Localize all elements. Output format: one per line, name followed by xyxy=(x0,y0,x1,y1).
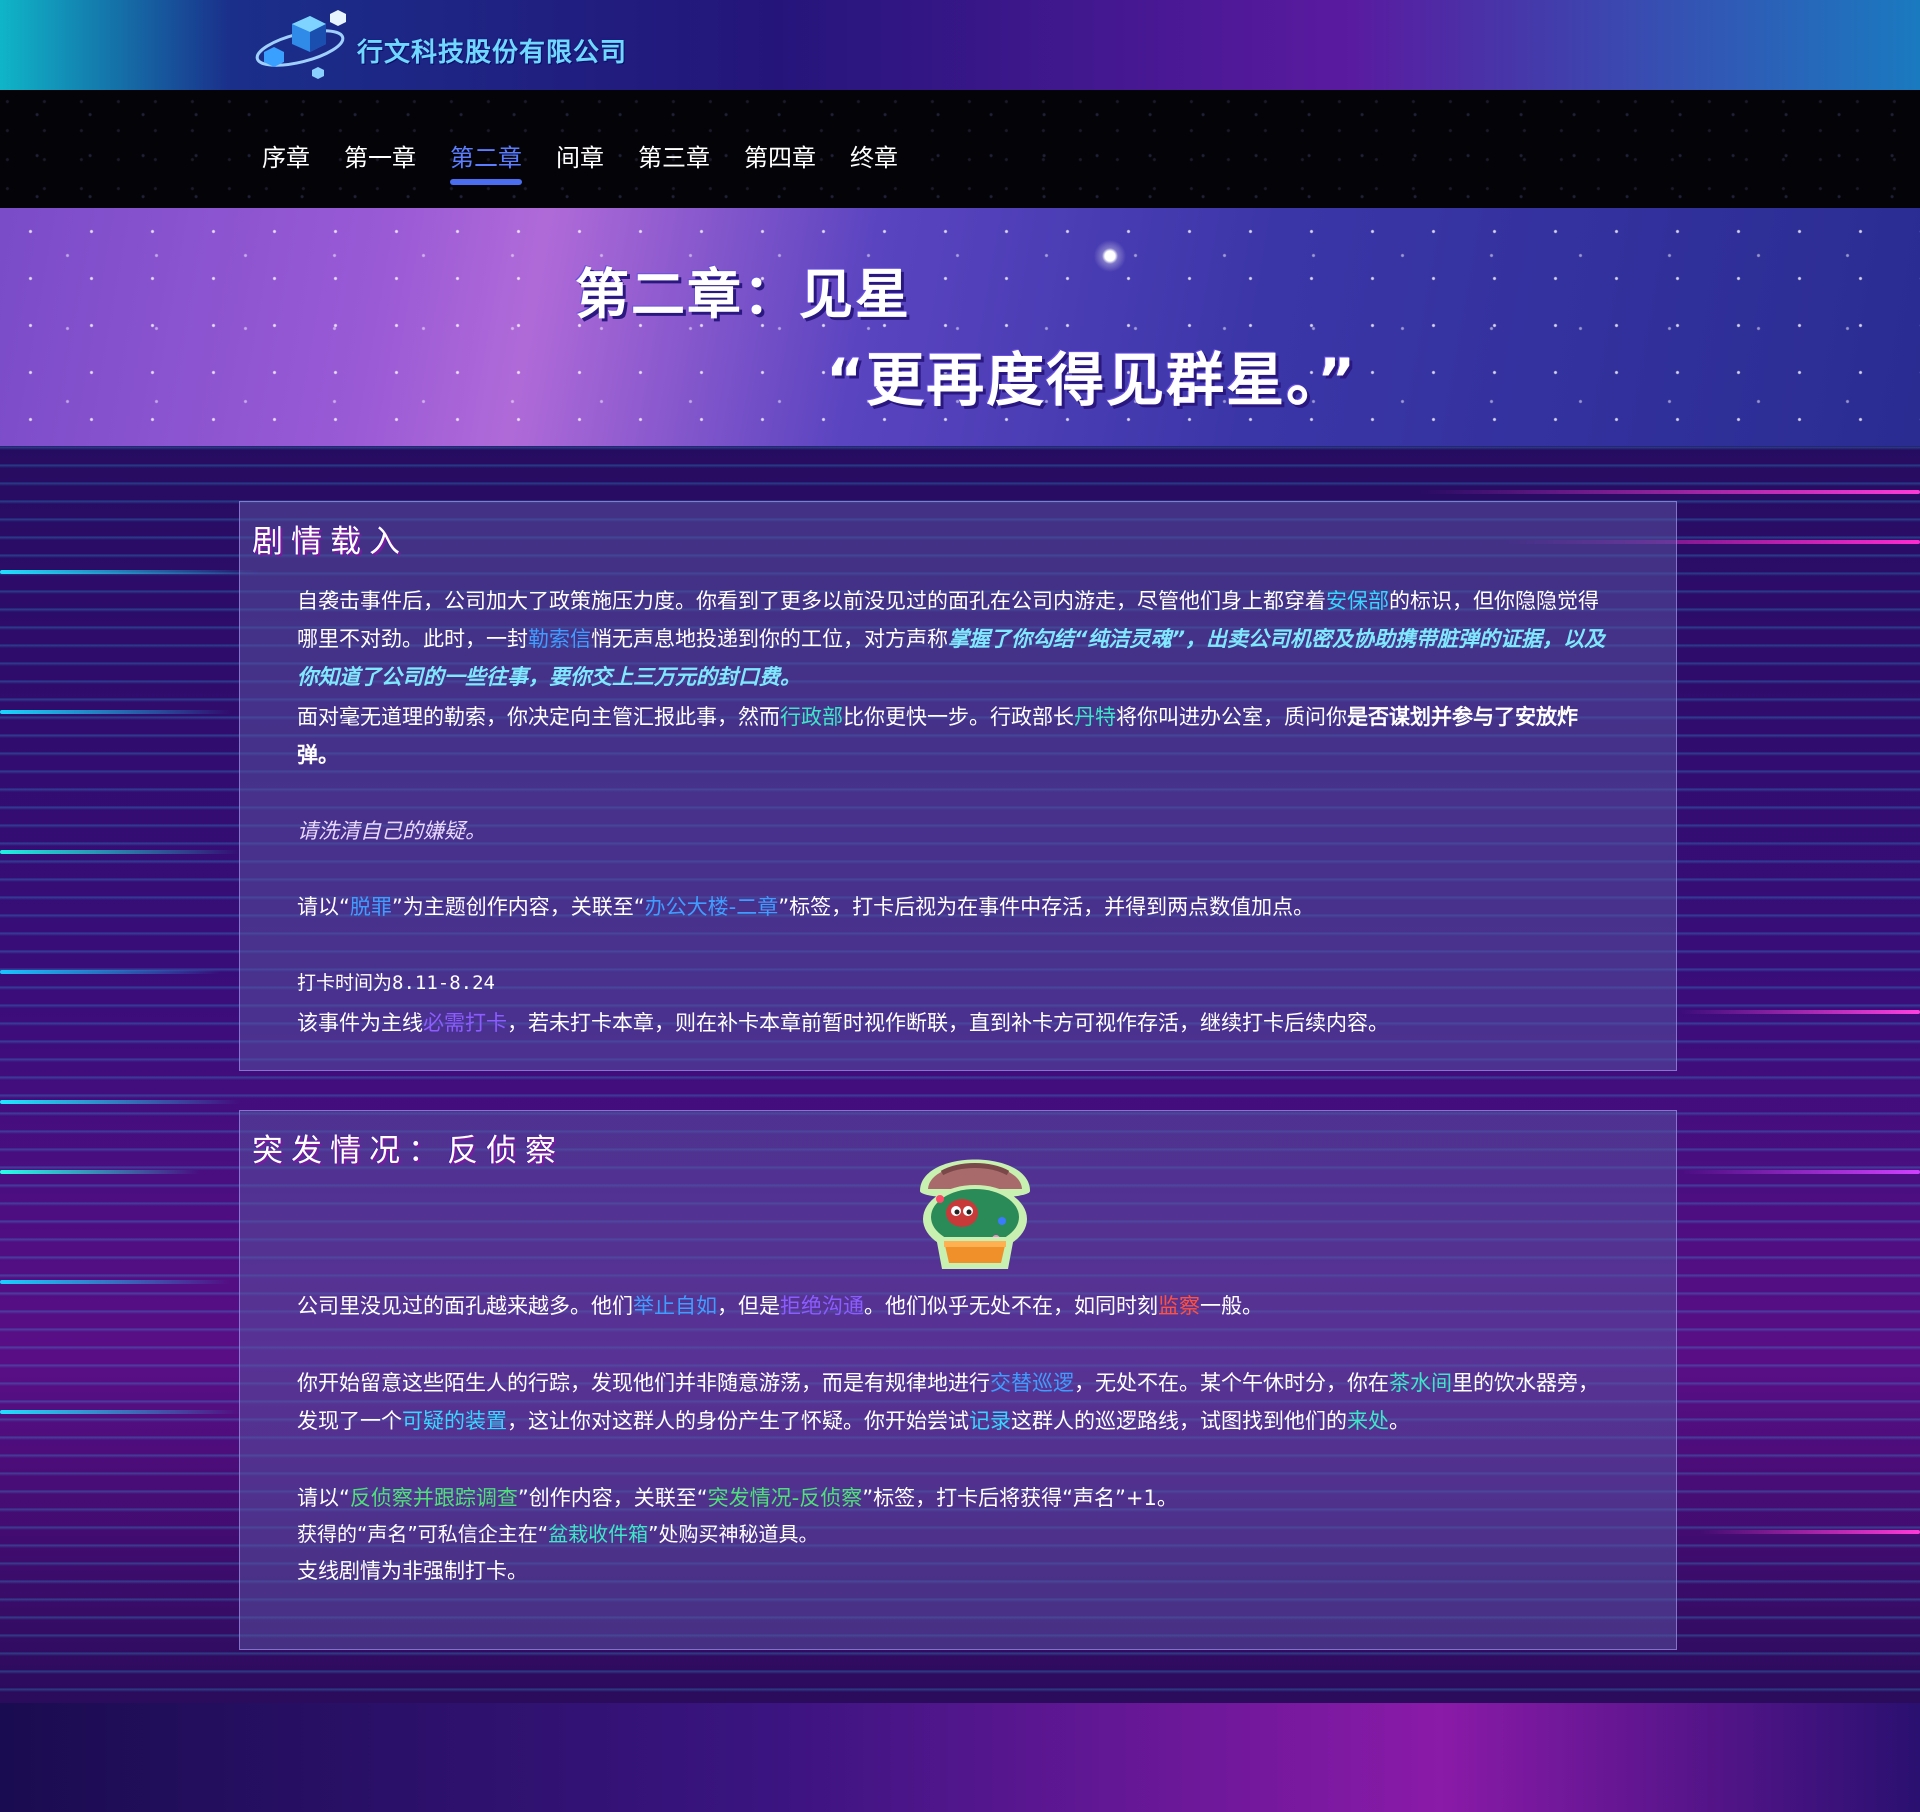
nav-item-prologue[interactable]: 序章 xyxy=(262,138,310,173)
keyword-dante: 丹特 xyxy=(1074,705,1116,729)
keyword-surveillance: 监察 xyxy=(1158,1294,1200,1318)
keyword-refuse-communication: 拒绝沟通 xyxy=(780,1294,864,1318)
chapter-title: 第二章：见星 xyxy=(575,263,911,326)
keyword-blackmail-letter: 勒索信 xyxy=(528,627,591,651)
cube-cluster-logo-icon[interactable] xyxy=(252,10,348,82)
story-task: 请以“脱罪”为主题创作内容，关联至“办公大楼-二章”标签，打卡后视为在事件中存活… xyxy=(297,895,1315,919)
event-panel: 突发情况：反侦察 公司里没见过的面孔越来越多。他们举止自如，但是拒绝沟通。他们似… xyxy=(239,1110,1677,1650)
tag-office-building[interactable]: 办公大楼-二章 xyxy=(645,895,779,919)
keyword-admin-dept: 行政部 xyxy=(780,705,843,729)
event-paragraph-2: 你开始留意这些陌生人的行踪，发现他们并非随意游荡，而是有规律地进行交替巡逻，无处… xyxy=(297,1371,1599,1433)
mainline-note: 该事件为主线必需打卡，若未打卡本章，则在补卡本章前暂时视作断联，直到补卡方可视作… xyxy=(297,1011,1389,1035)
nav-item-finale[interactable]: 终章 xyxy=(850,138,898,173)
keyword-rotating-patrol: 交替巡逻 xyxy=(990,1371,1074,1395)
keyword-tea-room: 茶水间 xyxy=(1389,1371,1452,1395)
potted-plant-mascot-icon xyxy=(920,1159,1030,1269)
event-paragraph-1: 公司里没见过的面孔越来越多。他们举止自如，但是拒绝沟通。他们似乎无处不在，如同时… xyxy=(297,1294,1263,1318)
nav-item-interlude[interactable]: 间章 xyxy=(556,138,604,173)
reputation-note: 获得的“声名”可私信企主在“盆栽收件箱”处购买神秘道具。 xyxy=(297,1522,819,1546)
keyword-bonsai-inbox: 盆栽收件箱 xyxy=(548,1522,649,1546)
keyword-counter-surveillance-theme: 反侦察并跟踪调查 xyxy=(349,1486,518,1510)
keyword-suspicious-device: 可疑的装置 xyxy=(402,1409,507,1433)
keyword-theme-exoneration: 脱罪 xyxy=(349,895,392,919)
event-panel-title: 突发情况：反侦察 xyxy=(252,1133,564,1169)
nav-item-chapter-1[interactable]: 第一章 xyxy=(344,138,416,173)
checkin-period: 打卡时间为8.11-8.24 xyxy=(297,972,495,994)
header-bar: 行文科技股份有限公司 xyxy=(0,0,1920,90)
story-panel-title: 剧情载入 xyxy=(252,524,408,560)
keyword-record: 记录 xyxy=(969,1409,1011,1433)
nav-item-chapter-2[interactable]: 第二章 xyxy=(450,138,522,185)
keyword-origin: 来处 xyxy=(1347,1409,1389,1433)
keyword-security-dept: 安保部 xyxy=(1326,589,1389,613)
chapter-nav: 序章 第一章 第二章 间章 第三章 第四章 终章 xyxy=(0,90,1920,208)
nav-item-chapter-4[interactable]: 第四章 xyxy=(744,138,816,173)
story-prompt: 请洗清自己的嫌疑。 xyxy=(297,819,486,843)
nav-item-chapter-3[interactable]: 第三章 xyxy=(638,138,710,173)
tag-counter-surveillance[interactable]: 突发情况-反侦察 xyxy=(708,1486,863,1510)
keyword-mandatory-checkin: 必需打卡 xyxy=(423,1011,507,1035)
story-paragraph-1: 自袭击事件后，公司加大了政策施压力度。你看到了更多以前没见过的面孔在公司内游走，… xyxy=(297,589,1606,689)
footer-background xyxy=(0,1703,1920,1812)
brand-name[interactable]: 行文科技股份有限公司 xyxy=(357,32,627,69)
event-task: 请以“反侦察并跟踪调查”创作内容，关联至“突发情况-反侦察”标签，打卡后将获得“… xyxy=(297,1486,1178,1510)
chapter-nav-list: 序章 第一章 第二章 间章 第三章 第四章 终章 xyxy=(262,138,932,185)
story-panel: 剧情载入 自袭击事件后，公司加大了政策施压力度。你看到了更多以前没见过的面孔在公… xyxy=(239,501,1677,1071)
chapter-quote: “更再度得见群星。” xyxy=(826,346,1358,414)
chapter-hero-banner: 第二章：见星 “更再度得见群星。” xyxy=(0,208,1920,446)
sideline-note: 支线剧情为非强制打卡。 xyxy=(297,1559,528,1583)
story-paragraph-2: 面对毫无道理的勒索，你决定向主管汇报此事，然而行政部比你更快一步。行政部长丹特将… xyxy=(297,705,1578,767)
keyword-composed-manner: 举止自如 xyxy=(633,1294,717,1318)
